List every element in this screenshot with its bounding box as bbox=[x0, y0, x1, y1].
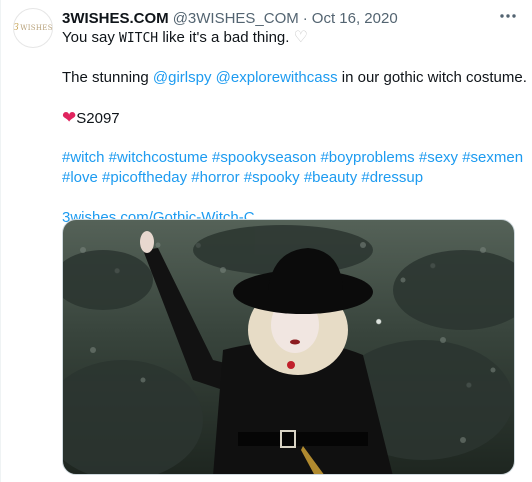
text-line-2: The stunning @girlspy @explorewithcass i… bbox=[62, 68, 527, 88]
avatar-logo-text: WISHES bbox=[20, 24, 53, 32]
text-the-stunning: The stunning bbox=[62, 69, 149, 86]
sku-code: S2097 bbox=[76, 110, 120, 127]
text-line-sku: ❤S2097 bbox=[62, 108, 522, 128]
red-heart-icon: ❤ bbox=[62, 108, 77, 127]
code-witch: WITCH bbox=[119, 31, 159, 46]
tweet-header: 3WISHES.COM @3WISHES_COM · Oct 16, 2020 bbox=[62, 8, 492, 28]
handle[interactable]: @3WISHES_COM bbox=[173, 10, 299, 27]
more-dots-graphic bbox=[500, 14, 516, 18]
tweet-photo[interactable] bbox=[62, 219, 515, 475]
avatar-logo-prefix: 3 bbox=[13, 23, 20, 33]
tweet-card[interactable]: 3 WISHES 3WISHES.COM @3WISHES_COM · Oct 1… bbox=[0, 0, 532, 482]
hashtags-1[interactable]: #witch #witchcostume #spookyseason #boyp… bbox=[62, 149, 523, 166]
separator: · bbox=[302, 9, 308, 27]
tweet-text: You say WITCH like it's a bad thing. ♡ T… bbox=[62, 28, 527, 228]
text-you-say: You say bbox=[62, 29, 115, 46]
timestamp[interactable]: Oct 16, 2020 bbox=[312, 10, 398, 27]
photo-graphic bbox=[63, 225, 514, 474]
hashtags-2[interactable]: #love #picoftheday #horror #spooky #beau… bbox=[62, 169, 423, 186]
text-line-1: You say WITCH like it's a bad thing. ♡ bbox=[62, 28, 522, 48]
text-costume: in our gothic witch costume. bbox=[341, 69, 527, 86]
white-heart-icon: ♡ bbox=[293, 29, 308, 46]
more-horizontal-icon[interactable] bbox=[498, 6, 518, 26]
display-name[interactable]: 3WISHES.COM bbox=[62, 10, 169, 27]
mention-girlspy[interactable]: @girlspy bbox=[153, 69, 212, 86]
mention-explorewithcass[interactable]: @explorewithcass bbox=[216, 69, 338, 86]
avatar[interactable]: 3 WISHES bbox=[13, 8, 53, 48]
hashtags-line-2: #love #picoftheday #horror #spooky #beau… bbox=[62, 168, 522, 188]
text-bad-thing: like it's a bad thing. bbox=[162, 29, 290, 46]
hashtags-line-1: #witch #witchcostume #spookyseason #boyp… bbox=[62, 148, 523, 168]
